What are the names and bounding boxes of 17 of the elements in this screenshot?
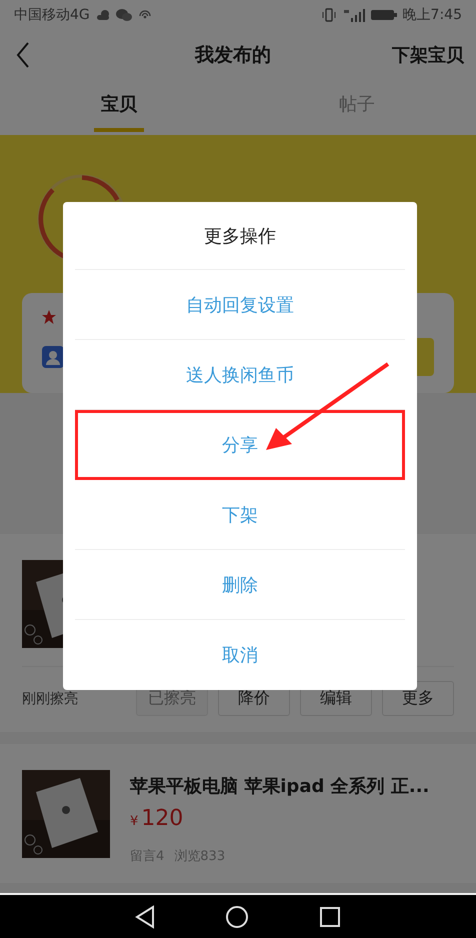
dialog-option[interactable]: 分享	[75, 410, 405, 480]
carrier-name: 中国移动4G	[14, 6, 90, 24]
battery-icon	[370, 9, 397, 22]
clock: 晚上7:45	[402, 6, 462, 24]
weather-icon	[96, 9, 110, 22]
page-title: 我发布的	[195, 43, 271, 68]
star-icon	[42, 310, 56, 324]
unlist-button[interactable]: 下架宝贝	[392, 43, 464, 68]
refresh-note: 刚刚擦亮	[22, 690, 79, 708]
signal-icon	[342, 8, 365, 22]
vibrate-icon	[320, 8, 337, 22]
chat-icon	[116, 9, 132, 22]
recents-icon[interactable]	[319, 906, 341, 928]
price-text: 120	[141, 806, 184, 832]
home-icon[interactable]	[225, 904, 249, 929]
listing-title: 苹果平板电脑 苹果ipad 全系列 正...	[130, 775, 430, 798]
currency-sign: ¥	[130, 814, 138, 830]
